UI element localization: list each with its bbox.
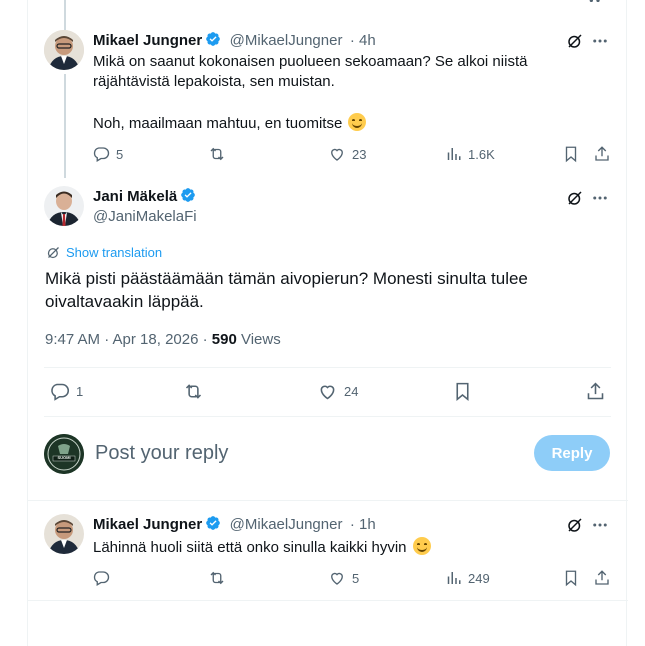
grok-icon[interactable]: [566, 516, 584, 539]
divider: [28, 500, 628, 501]
share-action[interactable]: [585, 381, 606, 402]
post-text-line: räjähtävistä lepakoista, sen muistan.: [93, 73, 335, 90]
show-translation-label: Show translation: [66, 245, 163, 260]
author-name[interactable]: Mikael Jungner: [93, 32, 202, 49]
translate-icon: [47, 247, 59, 259]
more-icon[interactable]: [591, 32, 609, 55]
verified-badge-icon: [205, 31, 221, 47]
like-action[interactable]: 5: [328, 569, 359, 587]
avatar[interactable]: [44, 30, 84, 70]
more-icon[interactable]: [591, 189, 609, 212]
more-icon[interactable]: [591, 516, 609, 539]
avatar[interactable]: [44, 186, 84, 226]
like-count: 23: [352, 146, 367, 162]
reply-count: 1: [76, 384, 84, 399]
view-count: 1.6K: [468, 146, 495, 162]
like-count: 5: [352, 570, 360, 586]
view-count: 249: [468, 570, 490, 586]
post-text-line: Noh, maailmaan mahtuu, en tuomitse: [93, 115, 343, 132]
post-time[interactable]: · 1h: [350, 516, 376, 533]
views-action[interactable]: 1.6K: [444, 145, 495, 163]
verified-badge-icon: [180, 187, 196, 203]
divider: [28, 600, 628, 601]
post-text-line: oivaltavaakin läppää.: [45, 292, 204, 311]
share-action[interactable]: [593, 569, 611, 587]
timeline-column: Mikael Jungner @MikaelJungner · 4h Mikä …: [27, 0, 628, 646]
post-timestamp[interactable]: 9:47 AM · Apr 18, 2026 ·: [45, 331, 208, 348]
bookmark-action[interactable]: [452, 381, 473, 402]
author-name[interactable]: Mikael Jungner: [93, 516, 202, 533]
bookmark-action[interactable]: [562, 569, 580, 587]
reply-action[interactable]: 5: [92, 145, 123, 163]
like-action[interactable]: 24: [317, 381, 358, 402]
post-time[interactable]: · 4h: [350, 32, 376, 49]
views-label: Views: [240, 331, 281, 348]
more-icon[interactable]: [588, 0, 608, 4]
divider: [44, 367, 611, 368]
reply-input[interactable]: Post your reply: [95, 442, 228, 465]
thread-connector-top: [64, 0, 66, 30]
reply-count: 5: [116, 146, 124, 162]
views-count: 590: [211, 331, 237, 348]
user-avatar[interactable]: SUOMI: [44, 434, 84, 474]
author-handle[interactable]: @JaniMakelaFi: [93, 208, 197, 225]
post-text-line: Mikä on saanut kokonaisen puolueen sekoa…: [93, 53, 528, 70]
repost-action[interactable]: [208, 569, 226, 587]
author-handle[interactable]: @MikaelJungner: [230, 516, 343, 533]
reply-action[interactable]: 1: [49, 381, 83, 402]
smiling-emoji-icon: [348, 113, 367, 131]
divider: [44, 416, 611, 417]
grok-icon[interactable]: [566, 189, 584, 212]
bookmark-action[interactable]: [562, 145, 580, 163]
repost-action[interactable]: [208, 145, 226, 163]
author-name[interactable]: Jani Mäkelä: [93, 188, 177, 205]
reply-action[interactable]: [92, 569, 110, 587]
thread-connector: [64, 74, 66, 178]
post-text: Lähinnä huoli siitä että onko sinulla ka…: [93, 539, 407, 556]
show-translation-link[interactable]: Show translation: [46, 245, 162, 260]
like-action[interactable]: 23: [328, 145, 366, 163]
like-count: 24: [344, 384, 359, 399]
smiling-emoji-icon: [412, 537, 431, 555]
post-text-line: Mikä pisti päästäämään tämän aivopierun?…: [45, 269, 528, 288]
reply-button[interactable]: Reply: [534, 435, 610, 471]
share-action[interactable]: [593, 145, 611, 163]
avatar[interactable]: [44, 514, 84, 554]
repost-action[interactable]: [183, 381, 204, 402]
views-action[interactable]: 249: [444, 569, 490, 587]
user-avatar-text: SUOMI: [57, 455, 71, 460]
verified-badge-icon: [205, 515, 221, 531]
author-handle[interactable]: @MikaelJungner: [230, 32, 343, 49]
